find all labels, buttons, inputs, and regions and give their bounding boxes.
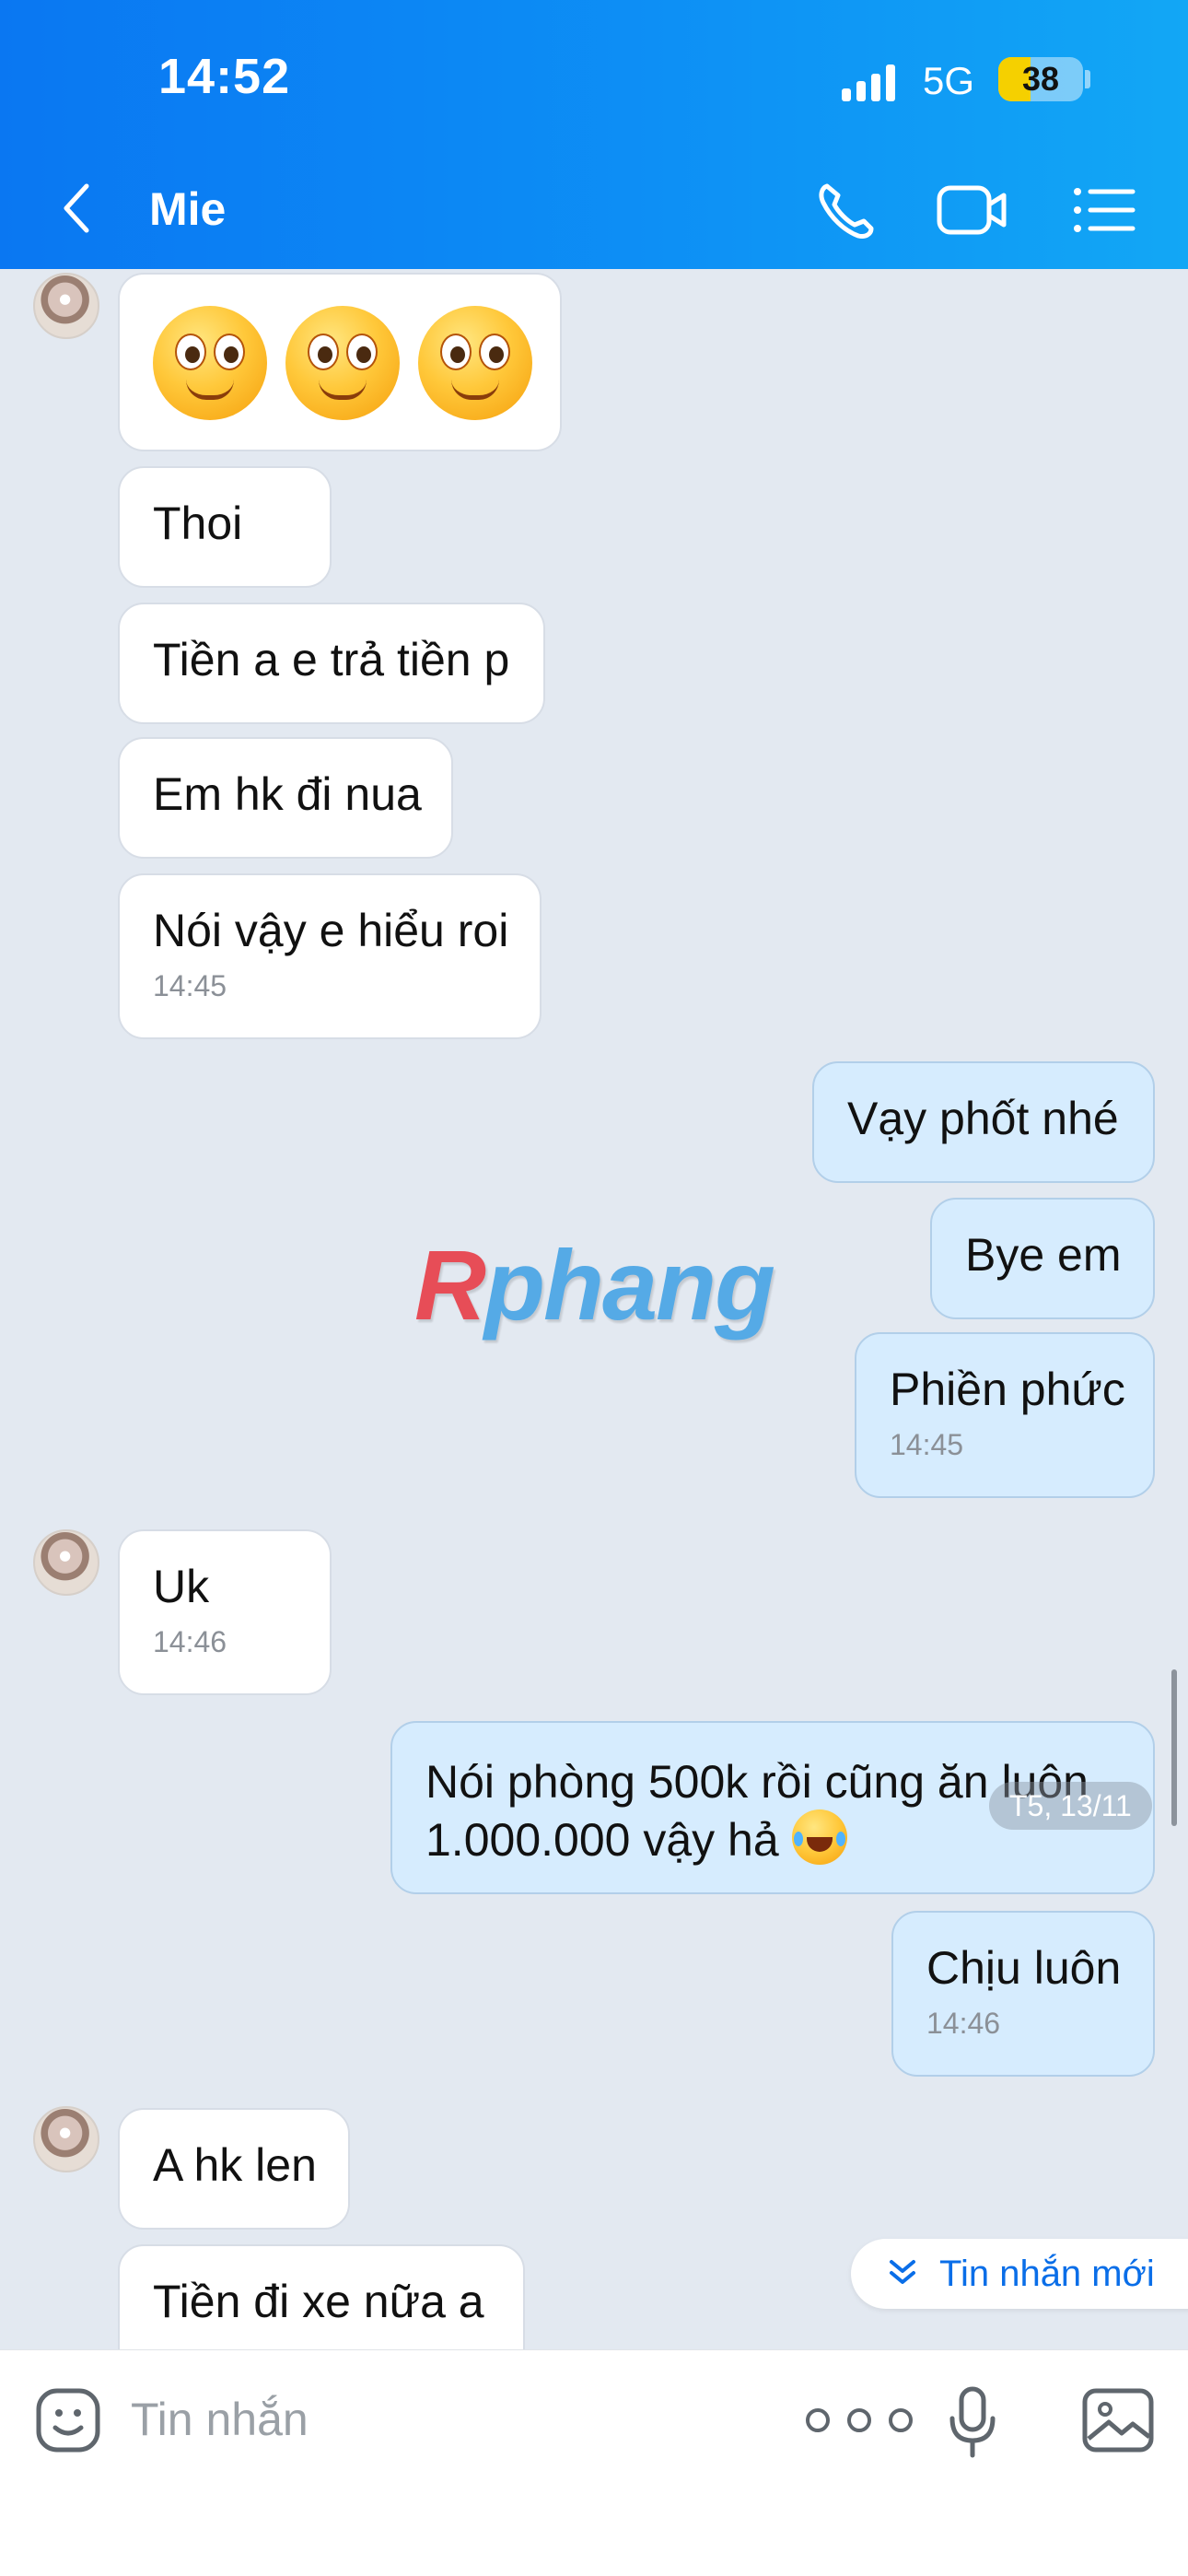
chevron-double-down-icon <box>884 2244 921 2284</box>
message-bubble[interactable]: Tiền đi xe nữa a <box>118 2244 525 2349</box>
message-text: Phiền phức <box>890 1364 1125 1415</box>
message-time: 14:46 <box>153 1625 227 1658</box>
phone-icon[interactable] <box>810 179 884 241</box>
message-bubble[interactable]: Chịu luôn 14:46 <box>891 1911 1155 2077</box>
emoji-message-bubble[interactable] <box>118 273 562 451</box>
message-text: Tiền đi xe nữa a <box>153 2276 484 2327</box>
laughing-emoji-icon <box>791 1809 847 1865</box>
date-indicator: T5, 13/11 <box>989 1782 1152 1830</box>
message-input[interactable]: Tin nhắn <box>131 2393 309 2446</box>
message-bubble[interactable]: Thoi <box>118 466 332 588</box>
message-text: Vạy phốt nhé <box>847 1093 1119 1144</box>
watermark-rest: phang <box>484 1229 775 1341</box>
new-messages-label: Tin nhắn mới <box>939 2254 1155 2294</box>
message-bubble[interactable]: Tiền a e trả tiền p <box>118 603 545 724</box>
list-menu-icon[interactable] <box>1068 179 1142 241</box>
more-icon[interactable] <box>799 2402 919 2439</box>
message-bubble[interactable]: Uk 14:46 <box>118 1529 332 1695</box>
battery-level: 38 <box>1021 60 1060 98</box>
chat-title[interactable]: Mie <box>149 182 226 236</box>
image-icon[interactable] <box>1081 2387 1155 2453</box>
avatar[interactable] <box>33 1529 99 1596</box>
chat-header: 14:52 5G 38 Mie <box>0 0 1188 269</box>
mic-icon[interactable] <box>947 2385 998 2459</box>
message-text-line2: 1.000.000 vậy hả <box>425 1814 779 1866</box>
message-time: 14:45 <box>890 1428 964 1461</box>
scrollbar[interactable] <box>1171 1669 1177 1826</box>
message-time: 14:46 <box>926 2007 1001 2040</box>
watermark-r: R <box>414 1229 486 1341</box>
message-text: Bye em <box>965 1229 1122 1281</box>
message-text: Thoi <box>153 498 243 549</box>
watermark: Rphang <box>414 1227 775 1342</box>
message-bubble[interactable]: Bye em <box>930 1198 1155 1319</box>
new-messages-button[interactable]: Tin nhắn mới <box>851 2239 1188 2309</box>
message-time: 14:45 <box>153 969 227 1002</box>
sticker-icon[interactable] <box>35 2387 101 2453</box>
message-text: Nói vậy e hiểu roi <box>153 905 509 956</box>
avatar[interactable] <box>33 2106 99 2172</box>
video-icon[interactable] <box>936 179 1009 241</box>
message-bubble[interactable]: Nói vậy e hiểu roi 14:45 <box>118 873 542 1039</box>
message-text: Uk <box>153 1561 210 1612</box>
message-bubble[interactable]: Vạy phốt nhé <box>812 1061 1155 1183</box>
message-text: Em hk đi nua <box>153 768 422 820</box>
message-bubble[interactable]: Phiền phức 14:45 <box>855 1332 1155 1498</box>
message-bubble[interactable]: A hk len <box>118 2108 350 2230</box>
message-input-bar: Tin nhắn <box>0 2349 1188 2576</box>
avatar[interactable] <box>33 273 99 339</box>
smiley-emoji-icon <box>285 306 400 420</box>
network-label: 5G <box>923 59 975 102</box>
message-text: A hk len <box>153 2139 317 2191</box>
battery-icon: 38 <box>998 57 1083 101</box>
smiley-emoji-icon <box>418 306 532 420</box>
message-text: Tiền a e trả tiền p <box>153 634 510 685</box>
message-text: Chịu luôn <box>926 1942 1122 1994</box>
smiley-emoji-icon <box>153 306 267 420</box>
chat-screen: 14:52 5G 38 Mie Thoi Tiền a e trả tiền p… <box>0 0 1188 2576</box>
back-icon[interactable] <box>55 181 99 236</box>
message-bubble[interactable]: Em hk đi nua <box>118 737 453 859</box>
signal-icon <box>842 64 904 101</box>
status-time: 14:52 <box>158 49 291 104</box>
message-list[interactable]: Thoi Tiền a e trả tiền p Em hk đi nua Nó… <box>0 269 1188 2349</box>
battery-cap <box>1085 70 1090 88</box>
